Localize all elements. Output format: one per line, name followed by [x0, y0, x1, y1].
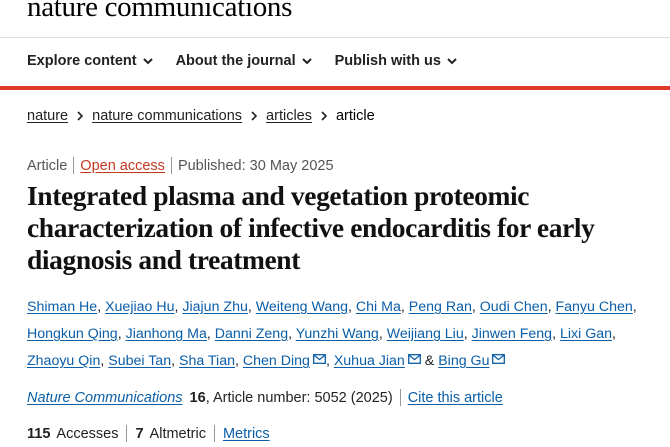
- article-number: , Article number: 5052 (2025): [205, 389, 393, 406]
- open-access-link[interactable]: Open access: [80, 158, 165, 174]
- article-meta: Article Open access Published: 30 May 20…: [27, 157, 334, 174]
- site-logo[interactable]: nature communications: [27, 0, 292, 24]
- author-link[interactable]: Jiajun Zhu: [182, 299, 247, 315]
- altmetric-label: Altmetric: [149, 425, 206, 442]
- author-link[interactable]: Oudi Chen: [480, 299, 548, 315]
- metrics-link[interactable]: Metrics: [223, 426, 270, 442]
- author-link[interactable]: Jinwen Feng: [472, 326, 552, 342]
- author-link[interactable]: Peng Ran: [409, 299, 472, 315]
- nav-about-journal[interactable]: About the journal: [176, 53, 313, 69]
- chevron-right-icon: [77, 111, 84, 121]
- author-link[interactable]: Chen Ding: [243, 353, 310, 369]
- chevron-right-icon: [321, 111, 328, 121]
- published-date: Published: 30 May 2025: [177, 157, 334, 174]
- citation-line: Nature Communications 16 , Article numbe…: [27, 389, 503, 406]
- author-conjunction: &: [424, 353, 435, 369]
- metrics-divider: [126, 425, 128, 442]
- breadcrumb-nature[interactable]: nature: [27, 108, 68, 124]
- mail-icon[interactable]: [407, 354, 421, 364]
- author-link[interactable]: Jianhong Ma: [126, 326, 207, 342]
- author-link[interactable]: Xuhua Jian: [334, 353, 405, 369]
- nav-publish-with-us[interactable]: Publish with us: [335, 53, 458, 69]
- author-link[interactable]: Danni Zeng: [215, 326, 288, 342]
- article-title: Integrated plasma and vegetation proteom…: [27, 180, 595, 275]
- breadcrumb-articles[interactable]: articles: [266, 108, 312, 124]
- article-metrics: 115 Accesses 7 Altmetric Metrics: [27, 425, 270, 442]
- accent-bar: [0, 86, 670, 90]
- chevron-down-icon: [301, 58, 312, 65]
- author-link[interactable]: Weijiang Liu: [387, 326, 464, 342]
- header-divider: [0, 37, 670, 38]
- author-link[interactable]: Bing Gu: [438, 353, 489, 369]
- meta-divider: [170, 157, 172, 174]
- chevron-down-icon: [447, 58, 457, 65]
- author-link[interactable]: Fanyu Chen: [555, 299, 632, 315]
- author-link[interactable]: Xuejiao Hu: [105, 299, 174, 315]
- chevron-down-icon: [142, 58, 153, 65]
- nav-label: Explore content: [27, 53, 137, 69]
- cite-this-article-link[interactable]: Cite this article: [408, 390, 503, 406]
- author-link[interactable]: Hongkun Qing: [27, 326, 118, 342]
- accesses-count: 115: [27, 425, 51, 442]
- author-link[interactable]: Zhaoyu Qin: [27, 353, 100, 369]
- author-link[interactable]: Sha Tian: [179, 353, 235, 369]
- meta-divider: [73, 157, 75, 174]
- breadcrumb-current: article: [335, 108, 375, 124]
- metrics-divider: [213, 425, 215, 442]
- mail-icon[interactable]: [492, 354, 506, 364]
- author-link[interactable]: Chi Ma: [356, 299, 401, 315]
- breadcrumb-nature-communications[interactable]: nature communications: [92, 108, 242, 124]
- author-list: Shiman He, Xuejiao Hu, Jiajun Zhu, Weite…: [27, 299, 637, 369]
- volume: 16: [189, 389, 206, 406]
- author-link[interactable]: Lixi Gan: [560, 326, 612, 342]
- nav-label: Publish with us: [334, 53, 441, 69]
- article-type: Article: [27, 157, 68, 174]
- chevron-right-icon: [251, 111, 258, 121]
- mail-icon[interactable]: [312, 354, 326, 364]
- author-link[interactable]: Weiteng Wang: [256, 299, 348, 315]
- nav-explore-content[interactable]: Explore content: [27, 53, 154, 69]
- accesses-label: Accesses: [56, 425, 119, 442]
- author-link[interactable]: Yunzhi Wang: [296, 326, 379, 342]
- altmetric-count: 7: [135, 425, 144, 442]
- nav-label: About the journal: [175, 53, 296, 69]
- author-link[interactable]: Shiman He: [27, 299, 97, 315]
- author-link[interactable]: Subei Tan: [108, 353, 171, 369]
- breadcrumb: nature nature communications articles ar…: [27, 108, 375, 124]
- citation-divider: [399, 389, 401, 406]
- journal-link[interactable]: Nature Communications: [27, 390, 183, 406]
- main-nav: Explore content About the journal Publis…: [27, 53, 458, 69]
